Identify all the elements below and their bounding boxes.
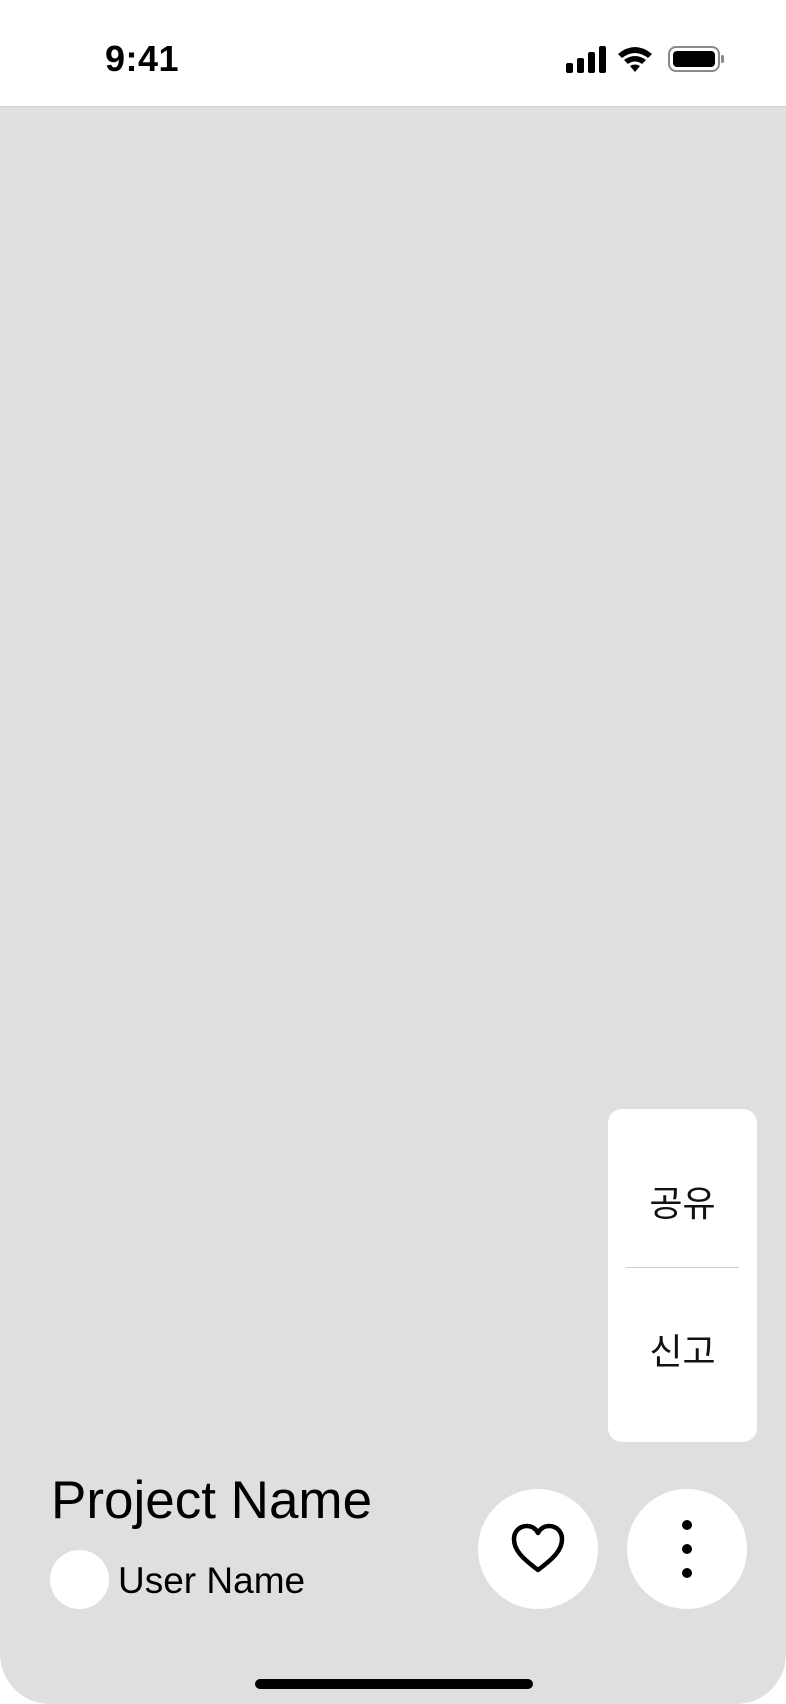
home-indicator[interactable] (255, 1679, 533, 1689)
menu-divider (626, 1267, 739, 1268)
more-button[interactable] (627, 1489, 747, 1609)
like-button[interactable] (478, 1489, 598, 1609)
heart-icon (511, 1523, 565, 1573)
context-menu: 공유 신고 (608, 1109, 757, 1442)
more-vertical-icon (682, 1520, 692, 1578)
status-time: 9:41 (105, 38, 180, 79)
avatar[interactable] (50, 1550, 109, 1609)
user-name[interactable]: User Name (118, 1560, 305, 1602)
project-viewer (0, 107, 786, 1704)
report-menu-item[interactable]: 신고 (608, 1323, 757, 1375)
battery-icon (668, 46, 724, 72)
project-title: Project Name (51, 1471, 373, 1530)
wifi-icon (618, 47, 652, 72)
cellular-signal-icon (566, 46, 606, 73)
share-menu-item[interactable]: 공유 (608, 1175, 757, 1227)
status-bar: 9:41 (0, 0, 786, 107)
status-icons (564, 44, 724, 74)
